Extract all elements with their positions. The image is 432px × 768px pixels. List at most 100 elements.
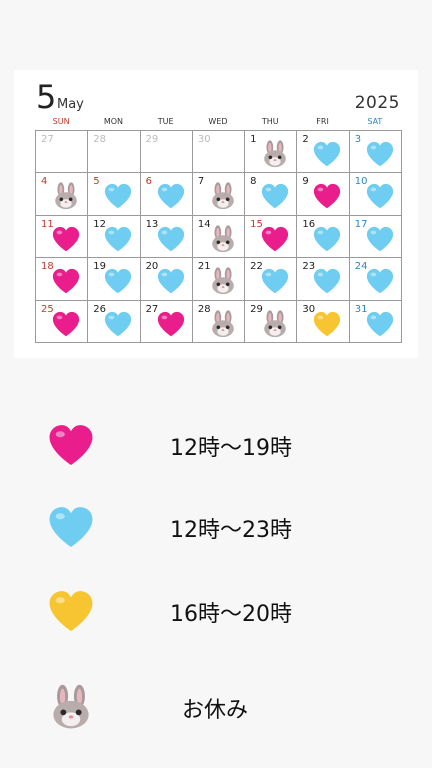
day-number: 30 (197, 134, 211, 145)
calendar-day-cell: 19 (88, 258, 141, 301)
calendar-day-cell: 5 (88, 173, 141, 216)
rabbit-face-part (278, 155, 282, 160)
calendar-day-cell: 28 (192, 300, 246, 343)
rabbit-face-part (60, 709, 67, 716)
heart-shine (265, 230, 272, 235)
yellow-heart-shape (49, 591, 93, 631)
blue-heart-shape (262, 184, 289, 209)
rabbit-face-part (216, 240, 220, 244)
weekday-mon: MON (103, 117, 124, 126)
calendar-day-cell: 7 (192, 173, 246, 216)
blue-heart-shape (314, 269, 341, 294)
blue-heart-icon (366, 269, 393, 294)
blue-heart-shape (157, 184, 184, 209)
calendar-day-cell: 26 (88, 300, 141, 343)
legend-item-yellow: 16時〜20時 (0, 580, 432, 640)
pink-heart-shape (52, 311, 80, 336)
weekday-header: SUN MON TUE WED THU FRI SAT (35, 117, 401, 126)
day-number: 4 (41, 176, 48, 188)
day-number: 6 (145, 176, 152, 188)
heart-shine (55, 597, 65, 604)
month-name: May (57, 97, 84, 112)
day-number: 29 (145, 134, 159, 145)
rabbit-face-icon (264, 140, 286, 168)
legend-label-blue: 12時〜23時 (170, 518, 292, 543)
yellow-heart-shape (314, 311, 341, 336)
rabbit-face-icon (212, 267, 234, 295)
calendar-day-cell: 4 (36, 173, 89, 216)
weekday-wed: WED (208, 117, 228, 126)
legend-label-rabbit: お休み (182, 698, 249, 723)
rabbit-face-icon (212, 310, 234, 337)
blue-heart-icon (262, 184, 289, 209)
legend-item-blue: 12時〜23時 (0, 496, 432, 556)
blue-heart-icon (105, 226, 132, 251)
blue-heart-shape (105, 226, 132, 251)
weekday-sun: SUN (52, 117, 70, 126)
calendar-day-cell: 16 (297, 215, 350, 259)
calendar-grid: 27 28 29 30 1 2 3 4 5 6 7 8 9 10 11 12 13 14 15 16 17 18 19 20 2… (35, 130, 402, 343)
calendar-day-cell: 22 (245, 258, 298, 301)
heart-shine (370, 145, 376, 150)
rabbit-face-part (216, 325, 220, 329)
heart-shine (55, 513, 65, 520)
pink-heart-shape (52, 269, 80, 294)
heart-shine (161, 230, 167, 235)
calendar-day-cell: 2 (297, 131, 350, 174)
heart-shine (318, 272, 324, 277)
calendar-day-cell: 23 (297, 258, 350, 301)
blue-heart-icon (366, 311, 393, 336)
rabbit-face-part (268, 155, 273, 160)
blue-heart-shape (366, 141, 393, 167)
heart-shine (56, 315, 63, 319)
blue-heart-shape (105, 269, 132, 294)
heart-shine (56, 272, 63, 277)
pink-heart-icon (52, 269, 80, 294)
pink-heart-icon (52, 226, 80, 251)
rabbit-face-part (216, 282, 220, 287)
heart-shine (370, 272, 376, 277)
heart-shine (161, 272, 167, 277)
calendar-day-cell: 21 (192, 258, 246, 301)
calendar-day-cell: 29 (140, 131, 193, 174)
heart-shine (56, 230, 63, 235)
calendar-day-cell: 1 (245, 131, 298, 174)
blue-heart-shape (366, 311, 393, 336)
calendar-day-cell: 29 (245, 300, 298, 343)
rabbit-face-icon (212, 182, 234, 210)
blue-heart-shape (314, 226, 341, 251)
calendar-day-cell: 15 (245, 215, 298, 259)
month-number: 5 (36, 78, 57, 116)
calendar-day-cell: 8 (245, 173, 298, 216)
blue-heart-icon (105, 311, 132, 336)
rabbit-face-part (75, 709, 82, 716)
rabbit-face-part (225, 325, 230, 329)
blue-heart-shape (366, 269, 393, 294)
calendar-day-cell: 13 (140, 215, 193, 259)
calendar-day-cell: 27 (36, 131, 89, 174)
day-number: 1 (250, 134, 257, 145)
heart-shine (318, 187, 324, 192)
blue-heart-shape (366, 226, 393, 251)
blue-heart-shape (157, 269, 184, 294)
pink-heart-icon (52, 311, 80, 336)
legend-item-pink: 12時〜19時 (0, 414, 432, 474)
calendar-day-cell: 10 (349, 173, 402, 216)
heart-shine (318, 315, 324, 319)
top-blank-band (0, 0, 432, 62)
calendar-day-cell: 12 (88, 215, 141, 259)
heart-shine (318, 145, 324, 150)
calendar-card: 5 May 2025 SUN MON TUE WED THU FRI SAT 2… (14, 70, 418, 358)
rabbit-face-part (216, 197, 220, 202)
weekday-tue: TUE (157, 117, 174, 126)
blue-heart-shape (262, 269, 289, 294)
rabbit-face-part (68, 197, 73, 202)
calendar-day-cell: 24 (349, 258, 402, 301)
rabbit-face-part (278, 325, 282, 329)
weekday-thu: THU (261, 117, 279, 126)
pink-heart-icon (314, 184, 341, 209)
blue-heart-icon (157, 184, 184, 209)
heart-shine (265, 187, 272, 192)
rabbit-face-part (221, 201, 225, 204)
heart-shine (108, 230, 115, 235)
